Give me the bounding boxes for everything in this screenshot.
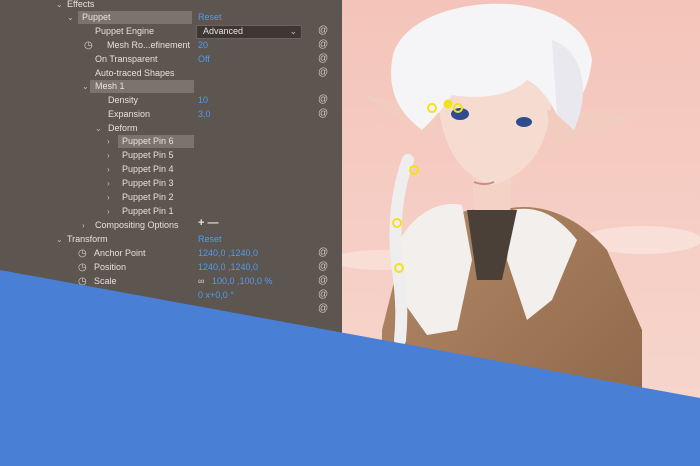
expansion-label: Expansion bbox=[108, 109, 151, 119]
expand-arrow-icon[interactable]: ⌄ bbox=[82, 82, 89, 91]
puppet-pin-label: Puppet Pin 6 bbox=[122, 136, 174, 146]
expression-icon: @ bbox=[318, 67, 329, 78]
next-row-cut: @ bbox=[0, 303, 342, 317]
collapse-arrow-icon[interactable]: › bbox=[107, 193, 110, 202]
puppet-label: Puppet bbox=[82, 12, 111, 22]
expression-icon: @ bbox=[318, 94, 329, 105]
composition-preview[interactable] bbox=[342, 0, 700, 466]
expression-icon: @ bbox=[318, 25, 329, 36]
puppet-pin-label: Puppet Pin 5 bbox=[122, 150, 174, 160]
chevron-down-icon: ⌄ bbox=[289, 26, 297, 36]
density-row: Density 10 @ bbox=[0, 94, 342, 108]
puppet-pin-label: Puppet Pin 4 bbox=[122, 164, 174, 174]
add-remove-mask-buttons[interactable]: + — bbox=[198, 217, 218, 229]
expand-arrow-icon[interactable]: ⌄ bbox=[56, 235, 63, 244]
mesh-refinement-row: ◷ Mesh Ro...efinement 20 @ bbox=[0, 39, 342, 53]
auto-traced-shapes-row: Auto-traced Shapes @ bbox=[0, 67, 342, 81]
collapse-arrow-icon[interactable]: › bbox=[107, 151, 110, 160]
anchor-point-row: ◷ Anchor Point 1240,0 ,1240,0 @ bbox=[0, 247, 342, 261]
collapse-arrow-icon[interactable]: › bbox=[107, 207, 110, 216]
deform-row[interactable]: ⌄ Deform bbox=[0, 122, 342, 136]
expand-arrow-icon[interactable]: ⌄ bbox=[67, 13, 74, 22]
collapse-arrow-icon[interactable]: › bbox=[107, 165, 110, 174]
expand-arrow-icon[interactable]: ⌄ bbox=[56, 0, 63, 9]
expression-icon: @ bbox=[318, 289, 329, 300]
transform-reset-link[interactable]: Reset bbox=[198, 234, 222, 244]
stopwatch-icon[interactable]: ◷ bbox=[78, 248, 87, 259]
compositing-options-label: Compositing Options bbox=[95, 220, 179, 230]
collapse-arrow-icon[interactable]: › bbox=[82, 221, 85, 230]
puppet-engine-value: Advanced bbox=[203, 26, 244, 36]
effects-label: Effects bbox=[67, 0, 95, 9]
puppet-engine-label: Puppet Engine bbox=[95, 26, 155, 36]
anchor-point-value[interactable]: 1240,0 ,1240,0 bbox=[198, 248, 258, 258]
density-label: Density bbox=[108, 95, 139, 105]
puppet-pin-row[interactable]: › Puppet Pin 6 bbox=[0, 135, 342, 149]
deform-label: Deform bbox=[108, 123, 138, 133]
puppet-pin-label: Puppet Pin 1 bbox=[122, 206, 174, 216]
character-artwork bbox=[342, 0, 700, 466]
expression-icon: @ bbox=[318, 247, 329, 258]
mesh-refinement-label: Mesh Ro...efinement bbox=[107, 40, 191, 50]
transform-label: Transform bbox=[67, 234, 108, 244]
stopwatch-icon[interactable]: ◷ bbox=[84, 40, 93, 51]
puppet-pin-row[interactable]: › Puppet Pin 2 bbox=[0, 191, 342, 205]
position-row: ◷ Position 1240,0 ,1240,0 @ bbox=[0, 261, 342, 275]
on-transparent-value[interactable]: Off bbox=[198, 54, 210, 64]
position-value[interactable]: 1240,0 ,1240,0 bbox=[198, 262, 258, 272]
expansion-row: Expansion 3,0 @ bbox=[0, 108, 342, 122]
collapse-arrow-icon[interactable]: › bbox=[107, 137, 110, 146]
rotation-value[interactable]: 0 x+0,0 ° bbox=[198, 290, 234, 300]
puppet-pin-row[interactable]: › Puppet Pin 1 bbox=[0, 205, 342, 219]
puppet-pin-row[interactable]: › Puppet Pin 5 bbox=[0, 149, 342, 163]
scale-value[interactable]: 100,0 ,100,0 % bbox=[212, 276, 273, 286]
puppet-pin-row[interactable]: › Puppet Pin 4 bbox=[0, 163, 342, 177]
expression-icon: @ bbox=[318, 53, 329, 64]
scale-label: Scale bbox=[94, 276, 117, 286]
constrain-link-icon[interactable]: ∞ bbox=[198, 276, 204, 286]
puppet-pin-label: Puppet Pin 2 bbox=[122, 192, 174, 202]
stopwatch-icon[interactable]: ◷ bbox=[78, 276, 87, 287]
expression-icon: @ bbox=[318, 39, 329, 50]
transform-row[interactable]: ⌄ Transform Reset bbox=[0, 233, 342, 247]
anchor-point-label: Anchor Point bbox=[94, 248, 146, 258]
auto-traced-shapes-label: Auto-traced Shapes bbox=[95, 68, 175, 78]
effect-controls-panel: ⌄ Effects ⌄ Puppet Reset Puppet Engine @… bbox=[0, 0, 342, 466]
stopwatch-icon[interactable]: ◷ bbox=[78, 262, 87, 273]
mesh-refinement-value[interactable]: 20 bbox=[198, 40, 208, 50]
expression-icon: @ bbox=[318, 275, 329, 286]
expression-icon: @ bbox=[318, 108, 329, 119]
on-transparent-row: On Transparent Off @ bbox=[0, 53, 342, 67]
puppet-pin-label: Puppet Pin 3 bbox=[122, 178, 174, 188]
on-transparent-label: On Transparent bbox=[95, 54, 158, 64]
expand-arrow-icon[interactable]: ⌄ bbox=[95, 124, 102, 133]
puppet-reset-link[interactable]: Reset bbox=[198, 12, 222, 22]
mesh-1-row[interactable]: ⌄ Mesh 1 bbox=[0, 80, 342, 94]
density-value[interactable]: 10 bbox=[198, 95, 208, 105]
mesh-1-label: Mesh 1 bbox=[95, 81, 125, 91]
puppet-effect-row[interactable]: ⌄ Puppet Reset bbox=[0, 11, 342, 25]
expansion-value[interactable]: 3,0 bbox=[198, 109, 211, 119]
expression-icon: @ bbox=[318, 261, 329, 272]
scale-row: ◷ Scale ∞ 100,0 ,100,0 % @ bbox=[0, 275, 342, 289]
rotation-row: 0 x+0,0 ° @ bbox=[0, 289, 342, 303]
collapse-arrow-icon[interactable]: › bbox=[107, 179, 110, 188]
position-label: Position bbox=[94, 262, 127, 272]
puppet-pin-row[interactable]: › Puppet Pin 3 bbox=[0, 177, 342, 191]
expression-icon: @ bbox=[318, 303, 329, 314]
puppet-engine-dropdown[interactable]: Advanced ⌄ bbox=[196, 25, 302, 39]
compositing-options-row[interactable]: › Compositing Options + — bbox=[0, 217, 342, 233]
